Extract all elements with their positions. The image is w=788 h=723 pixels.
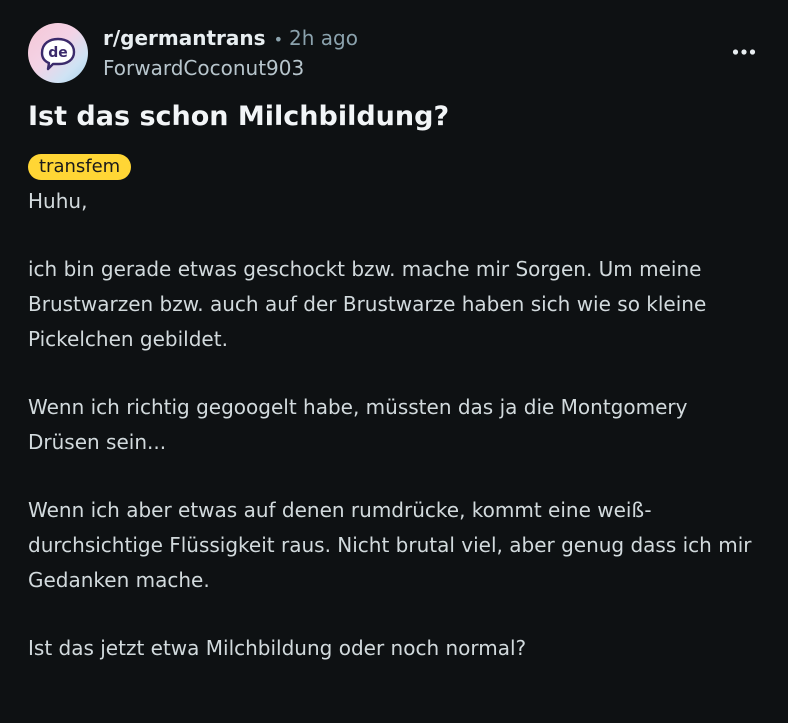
more-options-icon: [732, 49, 756, 55]
body-paragraph: Wenn ich richtig gegoogelt habe, müssten…: [28, 395, 688, 454]
author-link[interactable]: ForwardCoconut903: [103, 55, 358, 81]
post-header: de r/germantrans • 2h ago ForwardCoconut…: [28, 22, 760, 84]
body-paragraph: ich bin gerade etwas geschockt bzw. mach…: [28, 257, 707, 351]
subreddit-avatar[interactable]: de: [28, 23, 88, 83]
post-card: de r/germantrans • 2h ago ForwardCoconut…: [0, 0, 788, 723]
subreddit-avatar-icon: de: [40, 37, 76, 71]
body-paragraph: Huhu,: [28, 189, 88, 213]
body-paragraph: Wenn ich aber etwas auf denen rumdrücke,…: [28, 498, 752, 592]
post-title[interactable]: Ist das schon Milchbildung?: [28, 99, 760, 135]
post-body: Huhu, ich bin gerade etwas geschockt bzw…: [28, 184, 760, 666]
meta-separator: •: [273, 30, 283, 49]
post-time: 2h ago: [289, 26, 358, 50]
more-options-button[interactable]: [728, 36, 760, 68]
body-paragraph: Ist das jetzt etwa Milchbildung oder noc…: [28, 636, 527, 660]
meta-line: r/germantrans • 2h ago: [103, 25, 358, 53]
post-meta: r/germantrans • 2h ago ForwardCoconut903: [103, 25, 358, 81]
post-flair[interactable]: transfem: [28, 154, 132, 180]
subreddit-link[interactable]: r/germantrans: [103, 25, 266, 51]
avatar-text: de: [48, 45, 68, 61]
